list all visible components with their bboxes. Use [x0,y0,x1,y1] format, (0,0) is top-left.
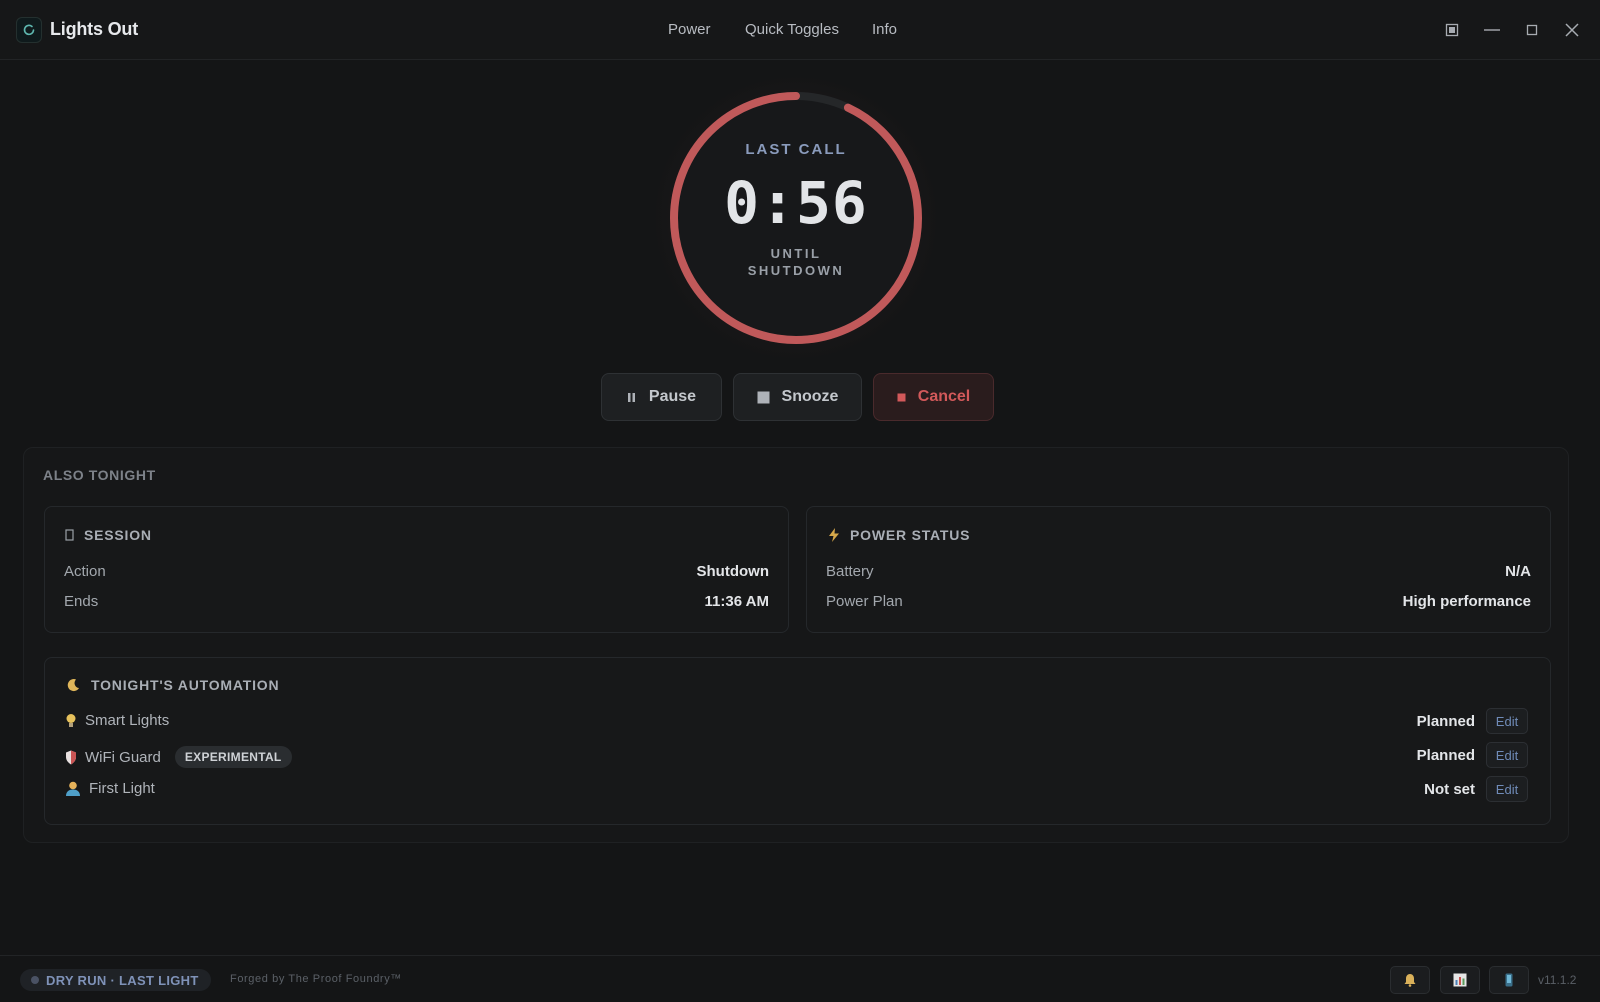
session-icon [65,529,74,541]
timer-subtitle-line1: UNTIL [770,246,822,261]
power-plan-value: High performance [1402,593,1531,610]
pause-icon [627,393,635,402]
pin-window-button[interactable] [1440,18,1464,42]
lightbulb-icon [66,713,76,727]
first-light-status: Not set [1424,781,1475,798]
timer-subtitle: UNTIL SHUTDOWN [665,245,927,279]
snooze-icon [757,391,770,403]
mode-dot-icon [31,976,39,984]
nav-power[interactable]: Power [668,21,711,38]
first-light-label: First Light [89,780,155,797]
session-ends-value: 11:36 AM [704,593,769,610]
battery-value: N/A [1505,563,1531,580]
wifi-guard-label: WiFi Guard [85,748,161,766]
timer-subtitle-line2: SHUTDOWN [747,263,845,278]
maximize-button[interactable] [1520,18,1544,42]
session-title: SESSION [84,527,152,543]
wifi-guard-edit-button[interactable]: Edit [1486,742,1528,768]
app-version: v11.1.2 [1538,973,1577,987]
snooze-label: Snooze [781,388,839,405]
app-window: Lights Out Power Quick Toggles Info LAST… [0,0,1600,1002]
minimize-button[interactable] [1480,18,1504,42]
session-ends-label: Ends [64,593,99,610]
automation-title: TONIGHT'S AUTOMATION [91,677,280,693]
mode-pill: DRY RUN · LAST LIGHT [20,969,211,991]
pause-label: Pause [648,388,697,405]
wifi-guard-status: Planned [1416,747,1475,764]
first-light-edit-button[interactable]: Edit [1486,776,1528,802]
device-button[interactable] [1489,966,1529,994]
smart-lights-status: Planned [1416,713,1475,730]
notifications-button[interactable] [1390,966,1430,994]
cancel-label: Cancel [917,388,971,405]
also-tonight-title: ALSO TONIGHT [43,467,156,483]
session-action-label: Action [64,563,106,580]
power-status-title: POWER STATUS [850,527,971,543]
automation-row-smart-lights: Smart Lights [65,712,169,729]
nav-quick-toggles[interactable]: Quick Toggles [745,21,839,38]
chart-icon [1453,973,1467,987]
pin-icon [1445,23,1459,37]
power-plan-label: Power Plan [826,593,903,610]
timer-value: 0:56 [724,169,868,237]
timer-title: LAST CALL [745,141,847,158]
automation-card-title: TONIGHT'S AUTOMATION [65,677,279,693]
stop-icon [897,393,906,401]
snooze-button[interactable]: Snooze [733,373,862,421]
experimental-badge: EXPERIMENTAL [174,746,292,768]
cancel-button[interactable]: Cancel [873,373,994,421]
title-bar: Lights Out Power Quick Toggles Info [0,0,1600,60]
stats-button[interactable] [1440,966,1480,994]
maximize-icon [1526,24,1538,36]
phone-icon [1505,973,1513,987]
automation-row-first-light: First Light [65,780,155,797]
top-nav: Power Quick Toggles Info [0,21,1600,41]
footer-credit: Forged by The Proof Foundry™ [230,973,402,985]
mode-label: DRY RUN · LAST LIGHT [46,972,199,988]
smart-lights-edit-button[interactable]: Edit [1486,708,1528,734]
close-icon [1565,23,1579,37]
moon-icon [67,679,79,692]
session-action-value: Shutdown [696,563,769,580]
battery-label: Battery [826,563,874,580]
automation-row-wifi-guard: WiFi Guard EXPERIMENTAL [65,746,292,768]
close-window-button[interactable] [1560,18,1584,42]
shield-icon [66,750,76,764]
session-card-title: SESSION [65,527,152,543]
countdown-timer: LAST CALL 0:56 UNTIL SHUTDOWN [655,77,937,359]
status-bar: DRY RUN · LAST LIGHT Forged by The Proof… [0,955,1600,1002]
power-status-card-title: POWER STATUS [828,527,970,543]
pause-button[interactable]: Pause [601,373,722,421]
minimize-icon [1484,29,1500,31]
bell-icon [1404,974,1416,987]
nav-info[interactable]: Info [872,21,897,38]
smart-lights-label: Smart Lights [85,712,170,729]
lightning-icon [829,528,839,542]
person-icon [66,781,80,796]
